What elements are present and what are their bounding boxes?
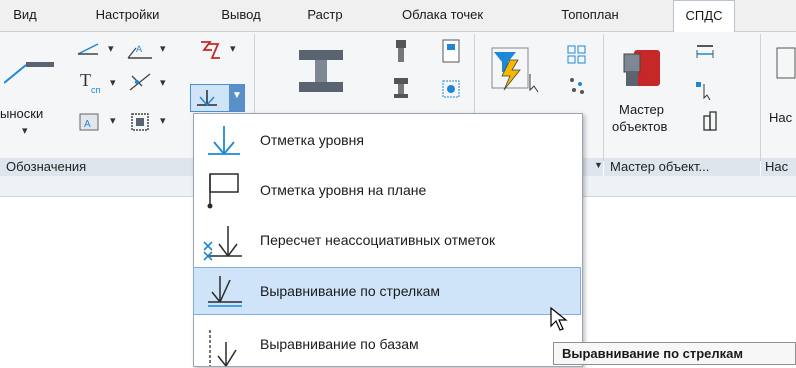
tooltip: Выравнивание по стрелкам	[553, 342, 796, 365]
tab-settings[interactable]: Настройки	[80, 0, 175, 31]
dropdown-arrow[interactable]: ▾	[110, 114, 116, 127]
tab-spds[interactable]: СПДС	[673, 0, 735, 33]
building-block-icon[interactable]	[700, 110, 722, 134]
select-pointer-icon[interactable]	[694, 78, 716, 100]
plan-level-flag-icon	[207, 173, 239, 209]
coordinate-mark-icon[interactable]	[126, 70, 154, 94]
align-bases-icon	[209, 330, 237, 367]
steel-profile-icon[interactable]	[295, 46, 347, 96]
filter-lightning-icon[interactable]	[488, 46, 548, 94]
tab-raster[interactable]: Растр	[295, 0, 355, 31]
leader-icon[interactable]	[4, 55, 56, 85]
dropdown-arrow[interactable]: ▾	[160, 76, 166, 89]
recalc-marks-icon	[203, 226, 242, 261]
menu-item-align-by-bases[interactable]: Выравнивание по базам	[194, 320, 582, 368]
text-leader-icon[interactable]: A	[126, 40, 156, 62]
bolt-icon[interactable]	[390, 38, 412, 66]
dimension-width-icon[interactable]	[694, 42, 716, 64]
leaders-dropdown-arrow[interactable]: ▾	[22, 124, 28, 137]
fastener-icon[interactable]	[390, 76, 412, 102]
dropdown-arrow[interactable]: ▾	[230, 42, 236, 55]
menu-item-label: Выравнивание по базам	[260, 336, 419, 352]
dropdown-arrow[interactable]: ▾	[160, 114, 166, 127]
object-wizard-icon[interactable]	[620, 44, 666, 94]
align-arrows-icon	[208, 276, 242, 307]
settings-cut-icon[interactable]	[775, 44, 796, 84]
menu-item-level-mark-plan[interactable]: Отметка уровня на плане	[194, 166, 582, 214]
level-mark-split-button[interactable]: ▼	[190, 84, 245, 112]
ribbon-tab-bar: Вид Настройки Вывод Растр Облака точек Т…	[0, 0, 796, 33]
tab-topoplan[interactable]: Топоплан	[550, 0, 630, 31]
mouse-cursor-icon	[550, 306, 568, 331]
menu-item-label: Пересчет неассоциативных отметок	[260, 232, 496, 248]
node-icon[interactable]	[440, 78, 462, 102]
menu-item-label: Выравнивание по стрелкам	[260, 283, 441, 299]
group-divider	[760, 34, 761, 160]
break-line-icon[interactable]	[198, 38, 222, 62]
text-style-icon[interactable]: T сп	[78, 69, 106, 95]
grid-icon[interactable]	[566, 44, 588, 66]
drawing-sheet-icon[interactable]	[440, 38, 462, 66]
menu-item-label: Отметка уровня	[260, 132, 364, 148]
group-divider	[603, 34, 604, 160]
group-expand-arrow[interactable]: ▼	[594, 160, 603, 170]
dropdown-arrow[interactable]: ▾	[110, 76, 116, 89]
tab-view[interactable]: Вид	[5, 0, 45, 31]
level-mark-icon	[208, 126, 240, 155]
dropdown-arrow[interactable]: ▾	[108, 42, 114, 55]
group-label-right: Нас	[761, 158, 796, 176]
wizard-label-line2[interactable]: объектов	[612, 119, 667, 134]
level-mark-dropdown-menu: Отметка уровня Отметка уровня на плане П…	[193, 113, 583, 367]
menu-item-recalc-marks[interactable]: Пересчет неассоциативных отметок	[194, 216, 582, 264]
wizard-label-line1[interactable]: Мастер	[619, 102, 664, 117]
menu-item-level-mark[interactable]: Отметка уровня	[194, 116, 582, 164]
level-mark-dropdown-arrow[interactable]: ▼	[229, 85, 244, 111]
dropdown-arrow[interactable]: ▾	[160, 42, 166, 55]
table-format-icon[interactable]: A	[76, 110, 104, 134]
svg-text:сп: сп	[91, 85, 101, 95]
level-mark-icon	[197, 90, 217, 106]
frame-icon[interactable]	[128, 110, 154, 134]
tab-output[interactable]: Вывод	[210, 0, 272, 31]
svg-text:T: T	[80, 70, 91, 90]
menu-item-align-by-arrows[interactable]: Выравнивание по стрелкам	[193, 267, 581, 315]
tab-point-clouds[interactable]: Облака точек	[385, 0, 500, 31]
group-label-wizard[interactable]: Мастер объект...	[604, 158, 760, 176]
right-cut-label[interactable]: Нас	[769, 110, 792, 125]
leaders-label[interactable]: ыноски	[0, 106, 43, 121]
scatter-points-icon[interactable]	[566, 74, 588, 96]
menu-item-label: Отметка уровня на плане	[260, 182, 427, 198]
svg-text:A: A	[136, 44, 142, 54]
svg-text:A: A	[84, 119, 91, 130]
angle-arrow-icon[interactable]	[76, 40, 102, 62]
